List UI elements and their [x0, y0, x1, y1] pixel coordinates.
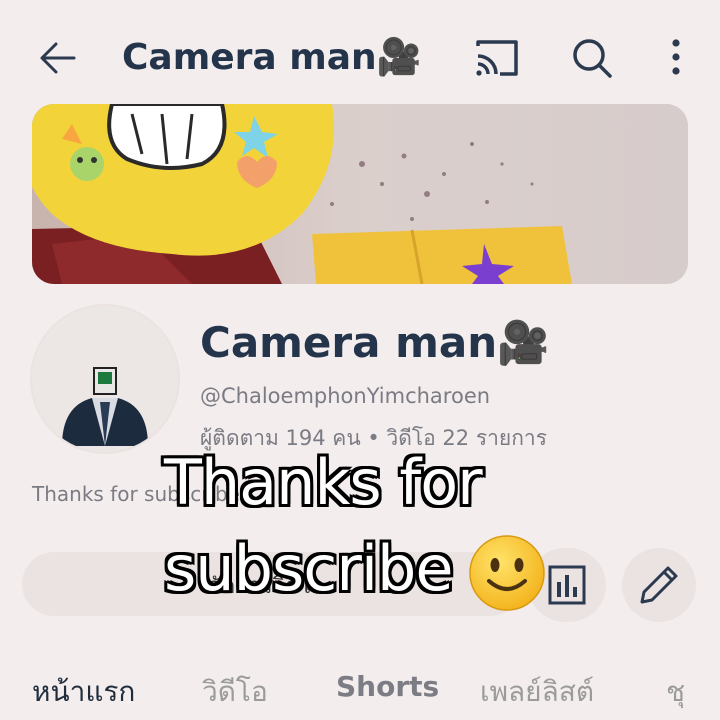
tab-home[interactable]: หน้าแรก	[32, 670, 135, 714]
channel-avatar[interactable]	[32, 306, 178, 452]
search-button[interactable]	[568, 34, 616, 82]
channel-banner	[32, 104, 688, 284]
cast-button[interactable]	[472, 36, 520, 80]
tab-playlists[interactable]: เพลย์ลิสต์	[480, 670, 594, 714]
more-options-button[interactable]	[658, 34, 694, 82]
search-icon	[573, 39, 612, 78]
top-app-bar: Camera man🎥	[0, 0, 720, 110]
pencil-icon	[640, 566, 678, 604]
tab-videos[interactable]: วิดีโอ	[202, 670, 268, 714]
smiley-emoji-icon	[468, 535, 545, 611]
channel-handle: @ChaloemphonYimcharoen	[200, 384, 491, 408]
page-title: Camera man🎥	[122, 37, 422, 78]
avatar-image	[32, 306, 178, 452]
overlay-line-2: subscribe	[164, 526, 547, 613]
more-vertical-icon	[672, 39, 680, 75]
overlay-line-1: Thanks for	[164, 446, 483, 519]
edit-channel-button[interactable]	[622, 548, 696, 622]
back-button[interactable]	[34, 34, 82, 82]
tab-shorts[interactable]: Shorts	[336, 670, 439, 703]
arrow-left-icon	[40, 42, 76, 74]
channel-name: Camera man🎥	[200, 318, 550, 367]
overlay-line-2-text: subscribe	[164, 532, 454, 605]
banner-artwork	[32, 104, 688, 284]
channel-tabs: หน้าแรก วิดีโอ Shorts เพลย์ลิสต์ ชุ	[0, 660, 720, 720]
thanks-overlay: Thanks for subscribe	[164, 440, 547, 613]
tab-community[interactable]: ชุ	[666, 670, 685, 714]
cast-icon	[476, 40, 518, 76]
